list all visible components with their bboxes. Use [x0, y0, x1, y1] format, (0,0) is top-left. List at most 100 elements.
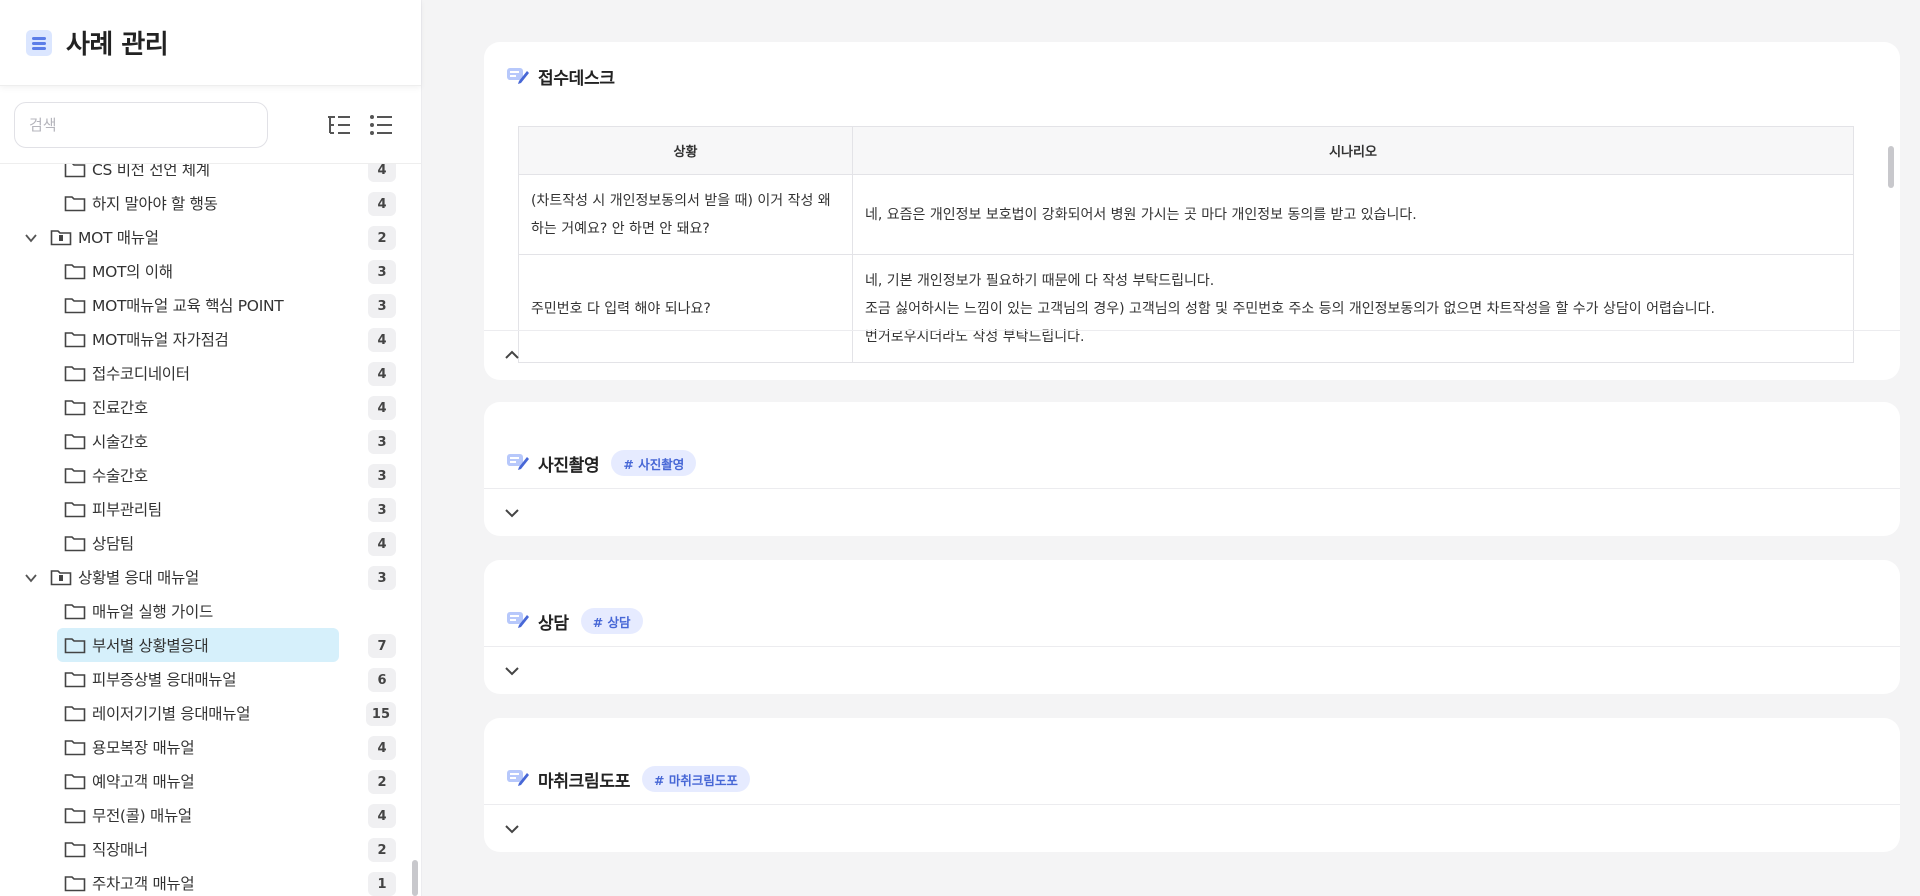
edit-note-icon	[506, 768, 530, 790]
tree-item[interactable]: MOT매뉴얼 자가점검 4	[0, 322, 420, 356]
list-view-icon[interactable]	[366, 110, 396, 140]
tree-item-label: 매뉴얼 실행 가이드	[92, 603, 213, 621]
tree-item[interactable]: 직장매너 2	[0, 832, 420, 866]
folder-icon	[64, 432, 86, 450]
folder-icon	[64, 164, 86, 178]
tree-item-label: 상담팀	[92, 535, 134, 553]
expand-toggle-button[interactable]	[500, 817, 524, 841]
tree-item[interactable]: MOT매뉴얼 교육 핵심 POINT 3	[0, 288, 420, 322]
count-badge: 2	[368, 226, 396, 250]
count-badge: 4	[368, 164, 396, 182]
folder-icon	[64, 500, 86, 518]
tree-item-label: 피부증상별 응대매뉴얼	[92, 671, 237, 689]
tree-view-icon[interactable]	[324, 110, 354, 140]
folder-icon	[64, 466, 86, 484]
count-badge: 4	[368, 804, 396, 828]
tree-group[interactable]: MOT 매뉴얼 2	[0, 220, 420, 254]
tree-item[interactable]: 시술간호 3	[0, 424, 420, 458]
tree-item[interactable]: 접수코디네이터 4	[0, 356, 420, 390]
folder-icon	[64, 806, 86, 824]
tree-item[interactable]: 진료간호 4	[0, 390, 420, 424]
tree-item-label: 레이저기기별 응대매뉴얼	[92, 705, 251, 723]
tree-item[interactable]: CS 비전 선언 체계 4	[0, 164, 420, 186]
chevron-down-icon	[505, 509, 519, 518]
card-title: 마취크림도포	[538, 771, 631, 792]
search-input[interactable]	[14, 101, 268, 148]
tree-item-label: 상황별 응대 매뉴얼	[78, 569, 199, 587]
table-header-situation: 상황	[518, 126, 853, 175]
tree-item[interactable]: 무전(콜) 매뉴얼 4	[0, 798, 420, 832]
count-badge: 3	[368, 464, 396, 488]
count-badge: 3	[368, 498, 396, 522]
table-cell-situation: 주민번호 다 입력 해야 되나요?	[518, 254, 853, 363]
expand-toggle-button[interactable]	[500, 501, 524, 525]
sidebar: 사례 관리 CS 비전 선언 체계4하지 말아야 할 행동4MOT 매뉴얼2MO…	[0, 0, 422, 896]
count-badge: 4	[368, 532, 396, 556]
table-row: (차트작성 시 개인정보동의서 받을 때) 이거 작성 왜 하는 거예요? 안 …	[518, 174, 1854, 255]
chevron-down-icon	[505, 667, 519, 676]
folder-icon	[64, 602, 86, 620]
sidebar-header: 사례 관리	[0, 0, 421, 86]
search-row	[0, 86, 421, 164]
folder-icon	[64, 364, 86, 382]
table-cell-scenario: 네, 기본 개인정보가 필요하기 때문에 다 작성 부탁드립니다. 조금 싫어하…	[852, 254, 1854, 363]
hashtag-badge[interactable]: # 상담	[580, 608, 643, 634]
count-badge: 15	[365, 702, 396, 726]
count-badge: 3	[368, 430, 396, 454]
tree-item-label: 수술간호	[92, 467, 148, 485]
chevron-down-icon[interactable]	[24, 230, 38, 244]
card-header: 사진촬영 # 사진촬영	[506, 450, 697, 476]
tree-item[interactable]: 피부관리팀 3	[0, 492, 420, 526]
chevron-down-icon	[505, 825, 519, 834]
count-badge: 4	[368, 192, 396, 216]
page-title: 사례 관리	[66, 30, 169, 60]
folder-icon	[64, 296, 86, 314]
folder-icon	[64, 636, 86, 654]
tree-item[interactable]: 용모복장 매뉴얼 4	[0, 730, 420, 764]
folder-icon	[64, 670, 86, 688]
chevron-down-icon[interactable]	[24, 570, 38, 584]
sidebar-scrollbar[interactable]	[412, 860, 418, 896]
card-anesthesia: 마취크림도포 # 마취크림도포	[484, 718, 1900, 852]
scenario-line: 네, 기본 개인정보가 필요하기 때문에 다 작성 부탁드립니다.	[865, 272, 1215, 289]
count-badge: 2	[368, 838, 396, 862]
category-tree: CS 비전 선언 체계 4 하지 말아야 할 행동 4 MOT 매뉴얼 2 MOT의 이해 3…	[0, 164, 420, 896]
count-badge: 7	[368, 634, 396, 658]
folder-icon	[64, 738, 86, 756]
divider	[484, 804, 1900, 805]
tree-item[interactable]: 주차고객 매뉴얼 1	[0, 866, 420, 896]
tree-item[interactable]: 상담팀 4	[0, 526, 420, 560]
tree-item[interactable]: 예약고객 매뉴얼 2	[0, 764, 420, 798]
folder-icon	[64, 330, 86, 348]
tree-item[interactable]: 피부증상별 응대매뉴얼 6	[0, 662, 420, 696]
card-reception: 접수데스크 상황 시나리오 (차트작성 시 개인정보동의서 받을 때) 이거 작…	[484, 42, 1900, 380]
tree-item[interactable]: 하지 말아야 할 행동 4	[0, 186, 420, 220]
tree-item[interactable]: 수술간호 3	[0, 458, 420, 492]
card-header: 상담 # 상담	[506, 608, 643, 634]
tree-group[interactable]: 상황별 응대 매뉴얼 3	[0, 560, 420, 594]
tree-item-label: 접수코디네이터	[92, 365, 190, 383]
table-header-scenario: 시나리오	[852, 126, 1854, 175]
count-badge: 2	[368, 770, 396, 794]
manual-folder-icon	[50, 228, 72, 246]
tree-item[interactable]: 레이저기기별 응대매뉴얼 15	[0, 696, 420, 730]
table-scrollbar[interactable]	[1888, 146, 1894, 188]
folder-icon	[64, 262, 86, 280]
tree-item[interactable]: 매뉴얼 실행 가이드	[0, 594, 420, 628]
folder-icon	[64, 194, 86, 212]
tree-item-label: 무전(콜) 매뉴얼	[92, 807, 192, 825]
count-badge: 1	[368, 872, 396, 896]
tree-item[interactable]: MOT의 이해 3	[0, 254, 420, 288]
tree-item-label: MOT매뉴얼 자가점검	[92, 331, 229, 349]
tree-item-label: 예약고객 매뉴얼	[92, 773, 195, 791]
hashtag-badge[interactable]: # 사진촬영	[611, 450, 697, 476]
table-row: 주민번호 다 입력 해야 되나요? 네, 기본 개인정보가 필요하기 때문에 다…	[518, 254, 1854, 363]
scenario-line: 번거로우시더라도 작성 부탁드립니다.	[865, 328, 1085, 345]
count-badge: 3	[368, 566, 396, 590]
collapse-toggle-button[interactable]	[500, 343, 524, 367]
hashtag-badge[interactable]: # 마취크림도포	[642, 766, 750, 792]
tree-item-label: MOT 매뉴얼	[78, 229, 159, 247]
tree-item[interactable]: 부서별 상황별응대 7	[0, 628, 420, 662]
expand-toggle-button[interactable]	[500, 659, 524, 683]
folder-icon	[64, 704, 86, 722]
